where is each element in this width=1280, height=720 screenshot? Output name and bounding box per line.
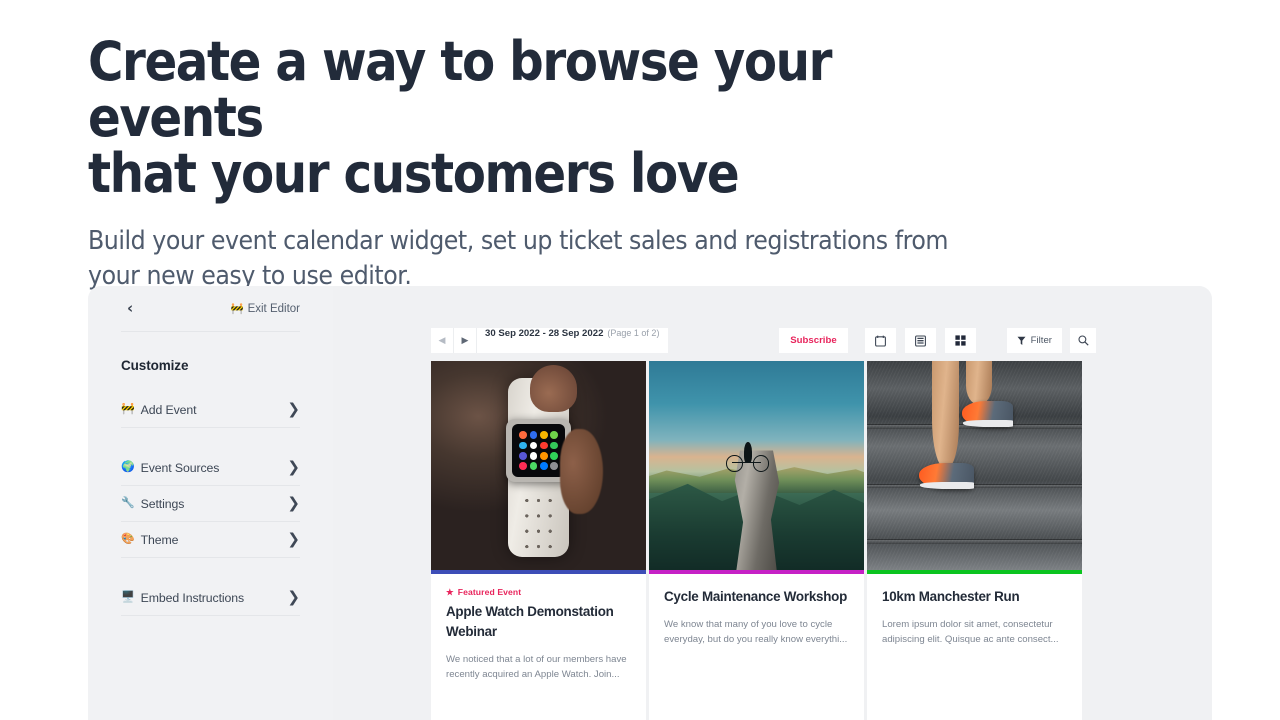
event-card-title: 10km Manchester Run [882, 589, 1020, 604]
editor-panel: ‹ 🚧 Exit Editor Customize 🚧 Add Event ❯ [88, 286, 1212, 720]
event-card-body: 10km Manchester Run Lorem ipsum dolor si… [867, 574, 1082, 647]
grid-view-icon [955, 335, 966, 346]
filter-button[interactable]: Filter [1006, 328, 1062, 353]
sidebar-item-settings[interactable]: 🔧 Settings ❯ [121, 486, 300, 522]
exit-editor-label: Exit Editor [247, 302, 300, 315]
event-card-title: Apple Watch Demonstation Webinar [446, 604, 614, 639]
sidebar-group-1: 🚧 Add Event ❯ [121, 392, 300, 428]
grid-view-button[interactable] [944, 328, 976, 353]
list-view-button[interactable] [904, 328, 936, 353]
construction-emoji: 🚧 [121, 403, 135, 415]
event-card[interactable]: ★ Featured Event Apple Watch Demonstatio… [431, 361, 646, 720]
sidebar-item-label: Embed Instructions [140, 590, 245, 605]
event-calendar-widget: ◀ ▶ 30 Sep 2022 - 28 Sep 2022 (Page 1 of… [431, 328, 1096, 720]
chevron-right-icon: ❯ [287, 400, 300, 418]
sidebar-item-label: Settings [140, 496, 185, 511]
palette-emoji: 🎨 [121, 533, 135, 545]
view-toggle-group [864, 328, 976, 353]
event-card-description: We know that many of you love to cycle e… [664, 619, 848, 645]
event-card-body: ★ Featured Event Apple Watch Demonstatio… [431, 574, 646, 682]
sidebar-group-3: 🖥️ Embed Instructions ❯ [121, 580, 300, 616]
sidebar-item-embed-instructions[interactable]: 🖥️ Embed Instructions ❯ [121, 580, 300, 616]
sidebar-item-add-event[interactable]: 🚧 Add Event ❯ [121, 392, 300, 428]
page-title: Create a way to browse your events that … [88, 30, 832, 205]
event-card-description: Lorem ipsum dolor sit amet, consectetur … [882, 619, 1059, 645]
editor-sidebar: ‹ 🚧 Exit Editor Customize 🚧 Add Event ❯ [88, 286, 333, 720]
event-card-image [649, 361, 864, 574]
monitor-emoji: 🖥️ [121, 591, 135, 603]
back-button[interactable]: ‹ [121, 299, 139, 318]
chevron-right-icon: ❯ [287, 588, 300, 606]
list-view-icon [914, 334, 926, 347]
event-card-body: Cycle Maintenance Workshop We know that … [649, 574, 864, 647]
status-badge-label: Featured Event [457, 587, 522, 597]
funnel-icon [1017, 336, 1026, 345]
filter-search-group: Filter [1006, 328, 1096, 353]
calendar-view-icon [874, 335, 886, 347]
calendar-view-button[interactable] [864, 328, 896, 353]
construction-emoji: 🚧 [230, 303, 244, 315]
sidebar-item-label: Event Sources [140, 460, 220, 475]
chevron-right-icon: ❯ [287, 458, 300, 476]
date-range-text: 30 Sep 2022 - 28 Sep 2022 [485, 328, 604, 339]
page-subtitle: Build your event calendar widget, set up… [88, 226, 949, 291]
status-badge: ★ Featured Event [446, 587, 631, 597]
triangle-left-icon: ◀ [438, 335, 446, 345]
search-button[interactable] [1070, 328, 1096, 353]
sidebar-group-2: 🌍 Event Sources ❯ 🔧 Settings ❯ 🎨 Theme ❯ [121, 450, 300, 558]
sidebar-item-event-sources[interactable]: 🌍 Event Sources ❯ [121, 450, 300, 486]
widget-toolbar: ◀ ▶ 30 Sep 2022 - 28 Sep 2022 (Page 1 of… [431, 328, 1096, 353]
sidebar-item-label: Theme [140, 532, 179, 547]
exit-editor-button[interactable]: 🚧 Exit Editor [230, 302, 301, 316]
chevron-right-icon: ❯ [287, 494, 300, 512]
page-info-text: (Page 1 of 2) [607, 328, 660, 338]
runner-legs-on-steps-image [867, 361, 1082, 574]
event-card[interactable]: Cycle Maintenance Workshop We know that … [649, 361, 864, 720]
sidebar-item-label: Add Event [140, 402, 197, 417]
date-range-display: 30 Sep 2022 - 28 Sep 2022 (Page 1 of 2) [477, 328, 669, 353]
event-card-description: We noticed that a lot of our members hav… [446, 654, 627, 680]
search-icon [1077, 335, 1089, 346]
prev-page-button[interactable]: ◀ [431, 328, 454, 353]
customize-heading: Customize [121, 358, 189, 373]
triangle-right-icon: ▶ [461, 335, 469, 345]
event-card-title: Cycle Maintenance Workshop [664, 589, 848, 604]
page-root: Create a way to browse your events that … [0, 0, 1280, 720]
sidebar-top-bar: ‹ 🚧 Exit Editor [121, 286, 300, 332]
chevron-right-icon: ❯ [287, 530, 300, 548]
hero-section: Create a way to browse your events that … [88, 34, 1098, 294]
cyclist-on-mountain-peak-image [649, 361, 864, 574]
subscribe-button[interactable]: Subscribe [779, 328, 848, 353]
filter-label: Filter [1030, 335, 1052, 346]
watch-app-grid [512, 424, 565, 477]
wrench-emoji: 🔧 [121, 497, 135, 509]
globe-emoji: 🌍 [121, 461, 135, 473]
editor-preview-area: ◀ ▶ 30 Sep 2022 - 28 Sep 2022 (Page 1 of… [333, 286, 1212, 720]
event-card-image [867, 361, 1082, 574]
next-page-button[interactable]: ▶ [454, 328, 477, 353]
sidebar-item-theme[interactable]: 🎨 Theme ❯ [121, 522, 300, 558]
event-card-list: ★ Featured Event Apple Watch Demonstatio… [431, 361, 1096, 720]
hand-holding-apple-watch-image [431, 361, 646, 574]
star-icon: ★ [446, 586, 454, 597]
event-card[interactable]: 10km Manchester Run Lorem ipsum dolor si… [867, 361, 1082, 720]
event-card-image [431, 361, 646, 574]
